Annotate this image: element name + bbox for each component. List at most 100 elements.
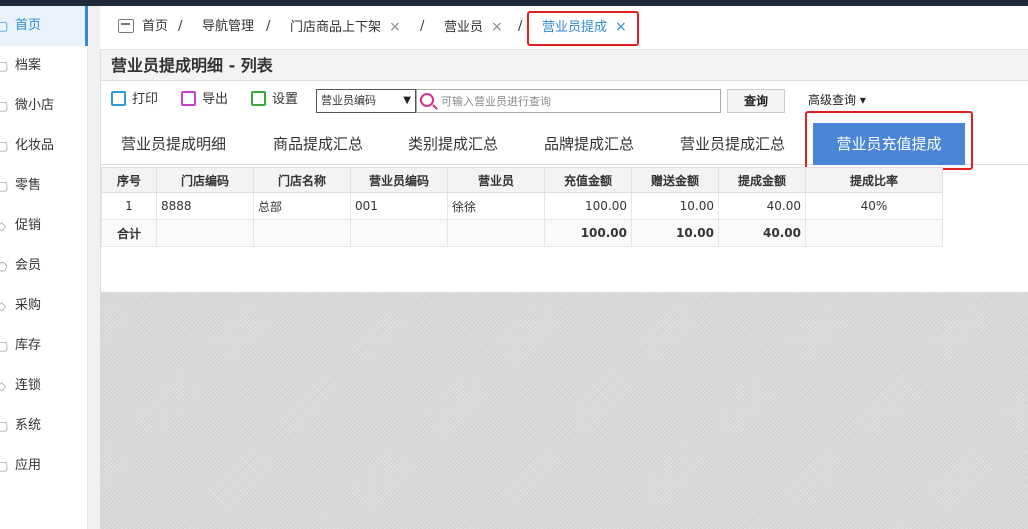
- sidebar-item-label: 化妆品: [15, 138, 55, 153]
- tab-salesperson-summary[interactable]: 营业员提成汇总: [680, 123, 785, 165]
- sidebar: ▢ 首页 ▢ 档案 ▢ 微小店 ▢ 化妆品 ▢ 零售 ◇ 促销 ○ 会员 ◇ 采购 ▢ 库存 ◇ 连…: [0, 6, 88, 529]
- print-button[interactable]: 打印: [111, 90, 158, 110]
- table-cell: 8888: [156, 192, 254, 220]
- breadcrumb-separator: /: [420, 19, 425, 34]
- edit-icon: [251, 91, 266, 106]
- sidebar-item-shop[interactable]: ▢ 微小店: [0, 86, 87, 126]
- table-cell: 10.00: [631, 192, 719, 220]
- home-icon: ▢: [0, 19, 9, 33]
- table-header-row: 序号 门店编码 门店名称 营业员编码 营业员 充值金额 赠送金额 提成金额 提成…: [101, 167, 943, 193]
- archive-icon: ▢: [0, 59, 9, 73]
- commission-table: 序号 门店编码 门店名称 营业员编码 营业员 充值金额 赠送金额 提成金额 提成…: [101, 167, 943, 247]
- sidebar-item-apps[interactable]: ▢ 应用: [0, 446, 87, 486]
- table-cell: 总部: [253, 192, 351, 220]
- col-header[interactable]: 门店名称: [253, 167, 351, 193]
- inventory-icon: ▢: [0, 339, 9, 353]
- sidebar-item-system[interactable]: ▢ 系统: [0, 406, 87, 446]
- sidebar-item-label: 会员: [15, 258, 42, 273]
- sidebar-item-label: 微小店: [15, 98, 55, 113]
- table-row[interactable]: 1 8888 总部 001 徐徐 100.00 10.00 40.00 40%: [101, 192, 943, 220]
- table-cell: 40.00: [718, 192, 806, 220]
- search-icon: [420, 93, 434, 107]
- shop-icon: ▢: [0, 99, 9, 113]
- table-cell: [805, 219, 943, 247]
- search-box: [416, 89, 721, 113]
- breadcrumb: 首页 / 导航管理 / 门店商品上下架 × / 营业员 × / 营业员提成 ×: [100, 6, 1028, 50]
- tab-brand-summary[interactable]: 品牌提成汇总: [544, 123, 634, 165]
- sidebar-item-label: 零售: [15, 178, 42, 193]
- col-header[interactable]: 充值金额: [544, 167, 632, 193]
- breadcrumb-separator: /: [178, 19, 183, 34]
- table-cell: [253, 219, 351, 247]
- system-icon: ▢: [0, 419, 9, 433]
- sidebar-item-member[interactable]: ○ 会员: [0, 246, 87, 286]
- chain-icon: ◇: [0, 379, 7, 393]
- sidebar-item-promotion[interactable]: ◇ 促销: [0, 206, 87, 246]
- table-cell: [156, 219, 254, 247]
- close-icon[interactable]: ×: [389, 19, 401, 35]
- promotion-icon: ◇: [0, 219, 7, 233]
- table-cell: 001: [350, 192, 448, 220]
- printer-icon: [111, 91, 126, 106]
- col-header[interactable]: 门店编码: [156, 167, 254, 193]
- retail-icon: ▢: [0, 179, 9, 193]
- col-header[interactable]: 赠送金额: [631, 167, 719, 193]
- sidebar-item-label: 首页: [15, 18, 42, 33]
- sidebar-item-label: 连锁: [15, 378, 42, 393]
- layout-gap: [88, 6, 100, 529]
- col-header[interactable]: 序号: [101, 167, 157, 193]
- table-cell: 100.00: [544, 219, 632, 247]
- cosmetics-icon: ▢: [0, 139, 9, 153]
- table-cell: 40%: [805, 192, 943, 220]
- sidebar-item-label: 应用: [15, 458, 42, 473]
- export-button[interactable]: 导出: [181, 90, 228, 110]
- sidebar-item-retail[interactable]: ▢ 零售: [0, 166, 87, 206]
- search-input[interactable]: [441, 92, 717, 110]
- search-field-select[interactable]: 营业员编码 ▼: [316, 89, 416, 113]
- empty-background: [100, 293, 1028, 529]
- table-total-row: 合计 100.00 10.00 40.00: [101, 219, 943, 247]
- sidebar-item-inventory[interactable]: ▢ 库存: [0, 326, 87, 366]
- sidebar-item-label: 促销: [15, 218, 42, 233]
- tab-salesperson[interactable]: 营业员 ×: [444, 6, 503, 50]
- highlight-box: [805, 111, 973, 170]
- query-button[interactable]: 查询: [727, 89, 785, 113]
- advanced-query-button[interactable]: 高级查询 ▾: [808, 91, 866, 108]
- col-header[interactable]: 营业员编码: [350, 167, 448, 193]
- sidebar-item-label: 采购: [15, 298, 42, 313]
- tab-store-products[interactable]: 门店商品上下架 ×: [290, 6, 401, 50]
- sidebar-item-home[interactable]: ▢ 首页: [0, 6, 88, 46]
- sidebar-item-label: 库存: [15, 338, 42, 353]
- table-cell: 10.00: [631, 219, 719, 247]
- member-icon: ○: [0, 259, 8, 273]
- breadcrumb-separator: /: [518, 19, 523, 34]
- tab-salesperson-detail[interactable]: 营业员提成明细: [121, 123, 226, 165]
- settings-button[interactable]: 设置: [251, 90, 298, 110]
- table-cell: [350, 219, 448, 247]
- sidebar-item-purchase[interactable]: ◇ 采购: [0, 286, 87, 326]
- breadcrumb-nav-manage[interactable]: 导航管理: [202, 6, 254, 50]
- table-cell: 1: [101, 192, 157, 220]
- apps-icon: ▢: [0, 459, 9, 473]
- breadcrumb-home[interactable]: 首页: [142, 6, 168, 50]
- sidebar-item-label: 档案: [15, 58, 42, 73]
- col-header[interactable]: 提成金额: [718, 167, 806, 193]
- content-panel: 营业员提成明细 - 列表 打印 导出 设置 营业员编码▼ 查询 高级查询 ▾ 营…: [100, 50, 1028, 293]
- col-header[interactable]: 提成比率: [805, 167, 943, 193]
- highlight-box: [527, 11, 639, 46]
- tab-product-summary[interactable]: 商品提成汇总: [273, 123, 363, 165]
- breadcrumb-separator: /: [266, 19, 271, 34]
- tab-category-summary[interactable]: 类别提成汇总: [408, 123, 498, 165]
- close-icon[interactable]: ×: [491, 19, 503, 35]
- sidebar-item-archive[interactable]: ▢ 档案: [0, 46, 87, 86]
- sidebar-item-chain[interactable]: ◇ 连锁: [0, 366, 87, 406]
- sidebar-item-cosmetics[interactable]: ▢ 化妆品: [0, 126, 87, 166]
- export-icon: [181, 91, 196, 106]
- purchase-icon: ◇: [0, 299, 7, 313]
- home-icon: [118, 19, 134, 33]
- chevron-down-icon: ▼: [403, 95, 411, 106]
- table-cell: 合计: [101, 219, 157, 247]
- table-cell: [447, 219, 545, 247]
- col-header[interactable]: 营业员: [447, 167, 545, 193]
- page-title: 营业员提成明细 - 列表: [101, 50, 1028, 81]
